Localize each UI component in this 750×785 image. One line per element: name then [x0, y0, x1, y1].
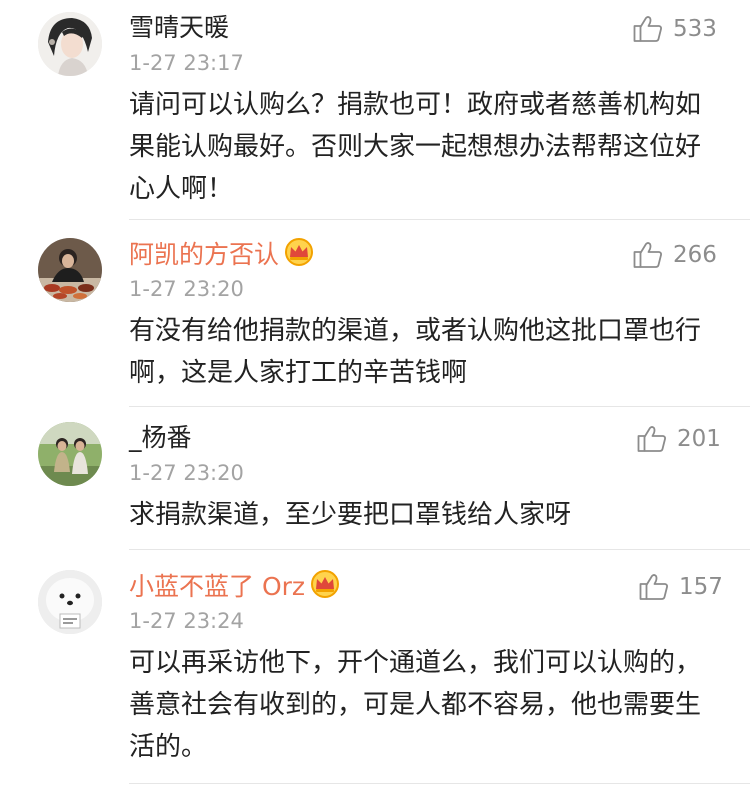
avatar[interactable]: [38, 422, 102, 486]
comment-text: 请问可以认购么？捐款也可！政府或者慈善机构如果能认购最好。否则大家一起想想办法帮…: [129, 90, 702, 204]
username-text: 雪晴天暖: [129, 13, 230, 42]
avatar[interactable]: [38, 570, 102, 634]
timestamp: 1-27 23:17: [129, 51, 244, 75]
avatar[interactable]: [38, 238, 102, 302]
like-button[interactable]: 201: [637, 424, 721, 454]
like-button[interactable]: 533: [633, 14, 717, 44]
comment-item: 小蓝不蓝了 Orz 1-27 23:24 157 可以再采访他下，开个通道么，我…: [0, 558, 750, 785]
like-count: 266: [673, 242, 717, 268]
divider: [129, 549, 750, 550]
divider: [129, 219, 750, 220]
comment-item: 阿凯的方否认 1-27 23:20 266 有没有给他捐款的渠道，或者认购他这批…: [0, 226, 750, 408]
like-count: 157: [679, 574, 723, 600]
like-button[interactable]: 157: [639, 572, 723, 602]
like-count: 201: [677, 426, 721, 452]
crown-icon: [311, 570, 340, 598]
comment-item: _杨番 1-27 23:20 201 求捐款渠道，至少要把口罩钱给人家呀: [0, 410, 750, 550]
thumbs-up-icon: [637, 426, 666, 452]
comment-item: 雪晴天暖 1-27 23:17 533 请问可以认购么？捐款也可！政府或者慈善机…: [0, 0, 750, 220]
username[interactable]: 阿凯的方否认: [129, 238, 315, 271]
comment-text: 可以再采访他下，开个通道么，我们可以认购的，善意社会有收到的，可是人都不容易，他…: [129, 648, 702, 762]
timestamp: 1-27 23:20: [129, 277, 244, 301]
timestamp: 1-27 23:20: [129, 461, 244, 485]
like-button[interactable]: 266: [633, 240, 717, 270]
avatar[interactable]: [38, 12, 102, 76]
crown-icon: [285, 238, 314, 266]
like-count: 533: [673, 16, 717, 42]
avatar-image: [38, 238, 102, 302]
comment-list: 雪晴天暖 1-27 23:17 533 请问可以认购么？捐款也可！政府或者慈善机…: [0, 0, 750, 785]
comment-text: 有没有给他捐款的渠道，或者认购他这批口罩也行啊，这是人家打工的辛苦钱啊: [129, 316, 702, 388]
comment-text: 求捐款渠道，至少要把口罩钱给人家呀: [129, 500, 572, 530]
username-text: 阿凯的方否认: [129, 240, 280, 269]
avatar-image: [38, 570, 102, 634]
username[interactable]: _杨番: [129, 422, 192, 454]
divider: [129, 783, 750, 784]
timestamp: 1-27 23:24: [129, 609, 244, 633]
thumbs-up-icon: [633, 242, 662, 268]
avatar-image: [38, 12, 102, 76]
username[interactable]: 小蓝不蓝了 Orz: [129, 570, 341, 603]
username-text: _杨番: [129, 423, 192, 452]
username[interactable]: 雪晴天暖: [129, 12, 229, 44]
avatar-image: [38, 422, 102, 486]
divider: [129, 406, 750, 407]
thumbs-up-icon: [639, 574, 668, 600]
username-text: 小蓝不蓝了 Orz: [129, 572, 306, 601]
thumbs-up-icon: [633, 16, 662, 42]
